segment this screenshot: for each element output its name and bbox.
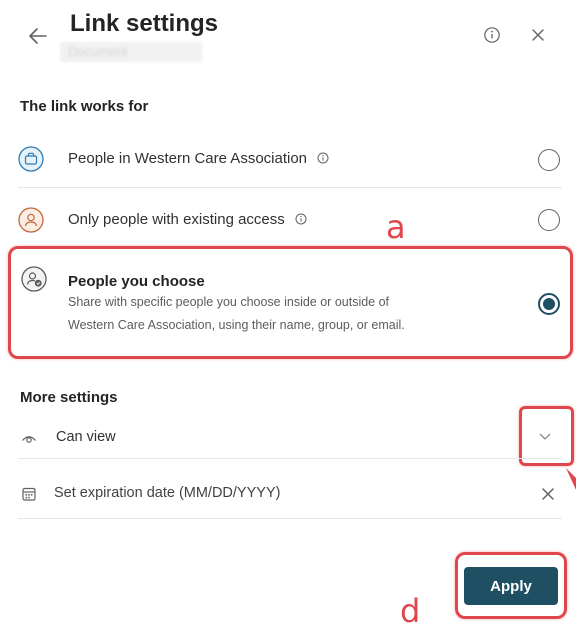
page-title: Link settings [70, 10, 219, 37]
organization-icon [18, 146, 44, 172]
annotation-pointer [566, 468, 576, 490]
divider [18, 458, 562, 459]
description-line-1: Share with specific people you choose in… [68, 295, 390, 309]
info-icon[interactable] [483, 26, 501, 44]
info-icon[interactable] [295, 213, 307, 225]
option-existing-access-label: Only people with existing access [68, 211, 285, 228]
back-arrow-icon[interactable] [26, 24, 50, 48]
annotation-d: d [400, 592, 421, 630]
description-line-2: Western Care Association, using their na… [68, 318, 405, 332]
radio-existing-access[interactable] [538, 209, 560, 231]
permission-dropdown-toggle[interactable] [519, 406, 574, 466]
person-icon [18, 207, 44, 233]
radio-organization[interactable] [538, 149, 560, 171]
divider [18, 187, 562, 188]
section-label-more-settings: More settings [20, 389, 118, 406]
chevron-down-icon [539, 433, 551, 440]
permission-value: Can view [56, 429, 116, 445]
apply-button[interactable]: Apply [464, 567, 558, 605]
option-organization-label: People in Western Care Association [68, 150, 308, 167]
expiration-date-row[interactable]: Set expiration date (MM/DD/YYYY) [18, 476, 562, 512]
permission-dropdown[interactable]: Can view [18, 422, 562, 456]
annotation-a: a [386, 208, 406, 246]
option-people-you-choose-description: Share with specific people you choose in… [68, 291, 508, 337]
calendar-icon [22, 487, 36, 501]
option-people-you-choose[interactable]: People you choose Share with specific pe… [8, 246, 573, 359]
option-existing-access[interactable]: Only people with existing access [18, 196, 562, 246]
divider [18, 518, 562, 519]
section-label-link-works-for: The link works for [20, 98, 149, 115]
close-icon[interactable] [530, 27, 546, 43]
option-organization[interactable]: People in Western Care Association [18, 136, 562, 186]
radio-people-you-choose[interactable] [538, 293, 560, 315]
eye-icon [22, 436, 36, 443]
clear-date-icon[interactable] [541, 487, 555, 501]
info-icon[interactable] [317, 152, 329, 164]
expiration-date-input[interactable]: Set expiration date (MM/DD/YYYY) [54, 485, 280, 501]
people-choose-icon [21, 266, 47, 292]
option-people-you-choose-label: People you choose [68, 273, 205, 290]
document-name-redacted: Document [60, 42, 202, 62]
